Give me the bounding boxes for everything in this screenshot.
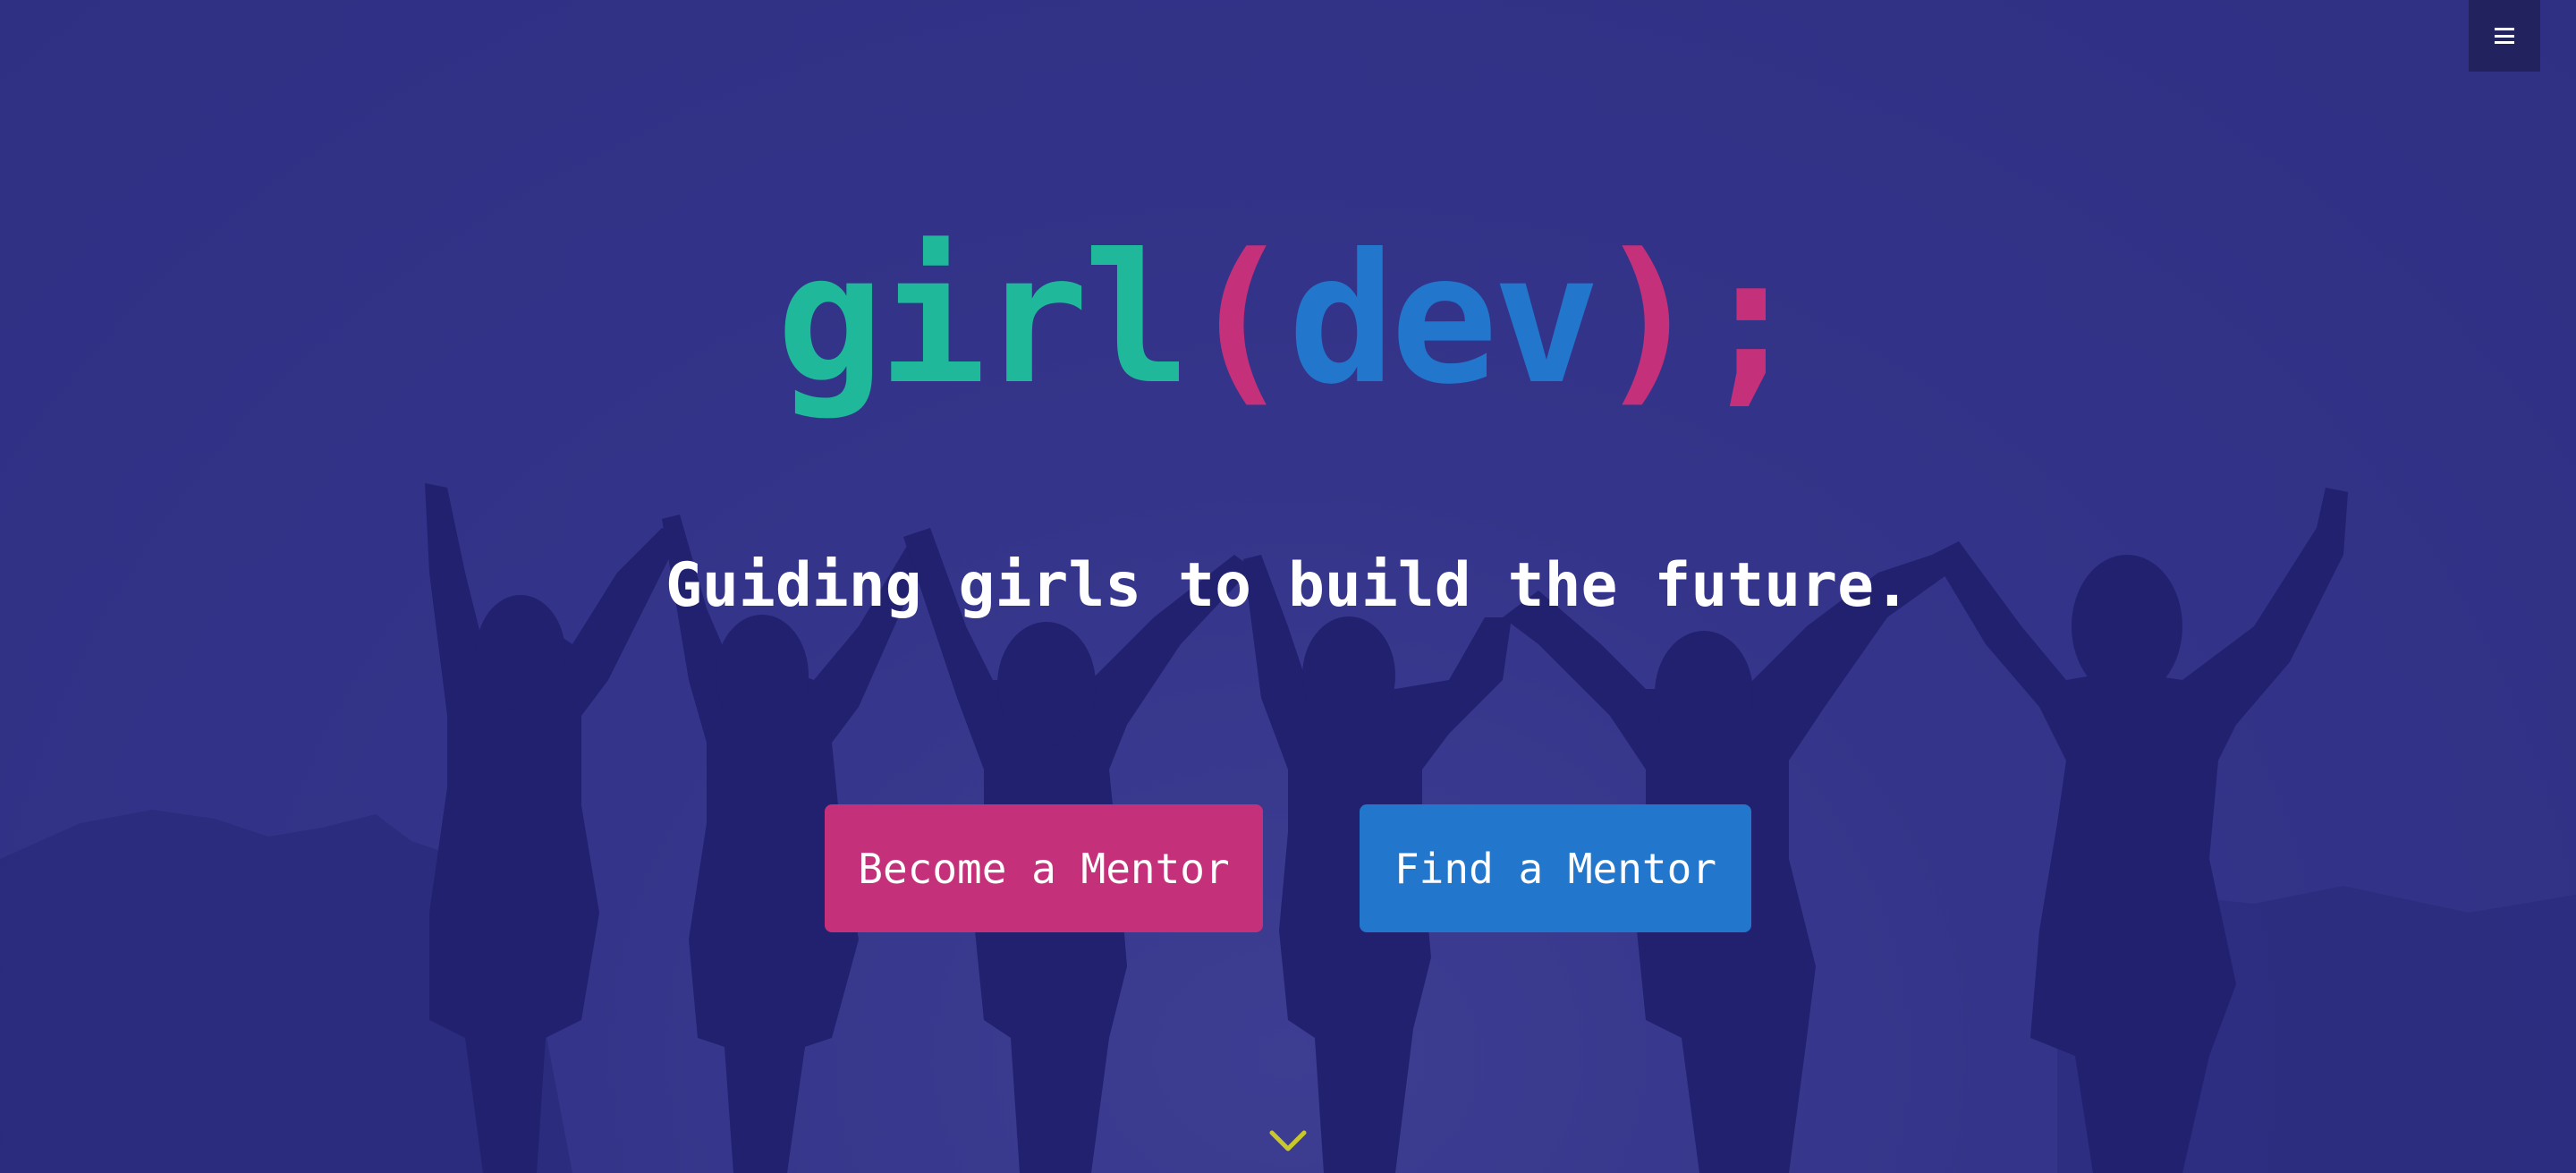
- site-logo: girl(dev);: [0, 222, 2576, 419]
- logo-open-paren: (: [1185, 216, 1293, 424]
- logo-dev: dev: [1287, 216, 1600, 424]
- become-mentor-button[interactable]: Become a Mentor: [825, 804, 1263, 932]
- menu-button[interactable]: [2469, 0, 2540, 72]
- chevron-down-icon[interactable]: [1267, 1126, 1309, 1158]
- find-mentor-button[interactable]: Find a Mentor: [1360, 804, 1751, 932]
- logo-semicolon: ;: [1697, 216, 1805, 424]
- hero-section: girl(dev); Guiding girls to build the fu…: [0, 0, 2576, 1173]
- logo-close-paren: ): [1595, 216, 1702, 424]
- hamburger-menu-icon: [2495, 28, 2514, 44]
- logo-girl: girl: [775, 216, 1191, 424]
- tagline: Guiding girls to build the future.: [665, 550, 1911, 621]
